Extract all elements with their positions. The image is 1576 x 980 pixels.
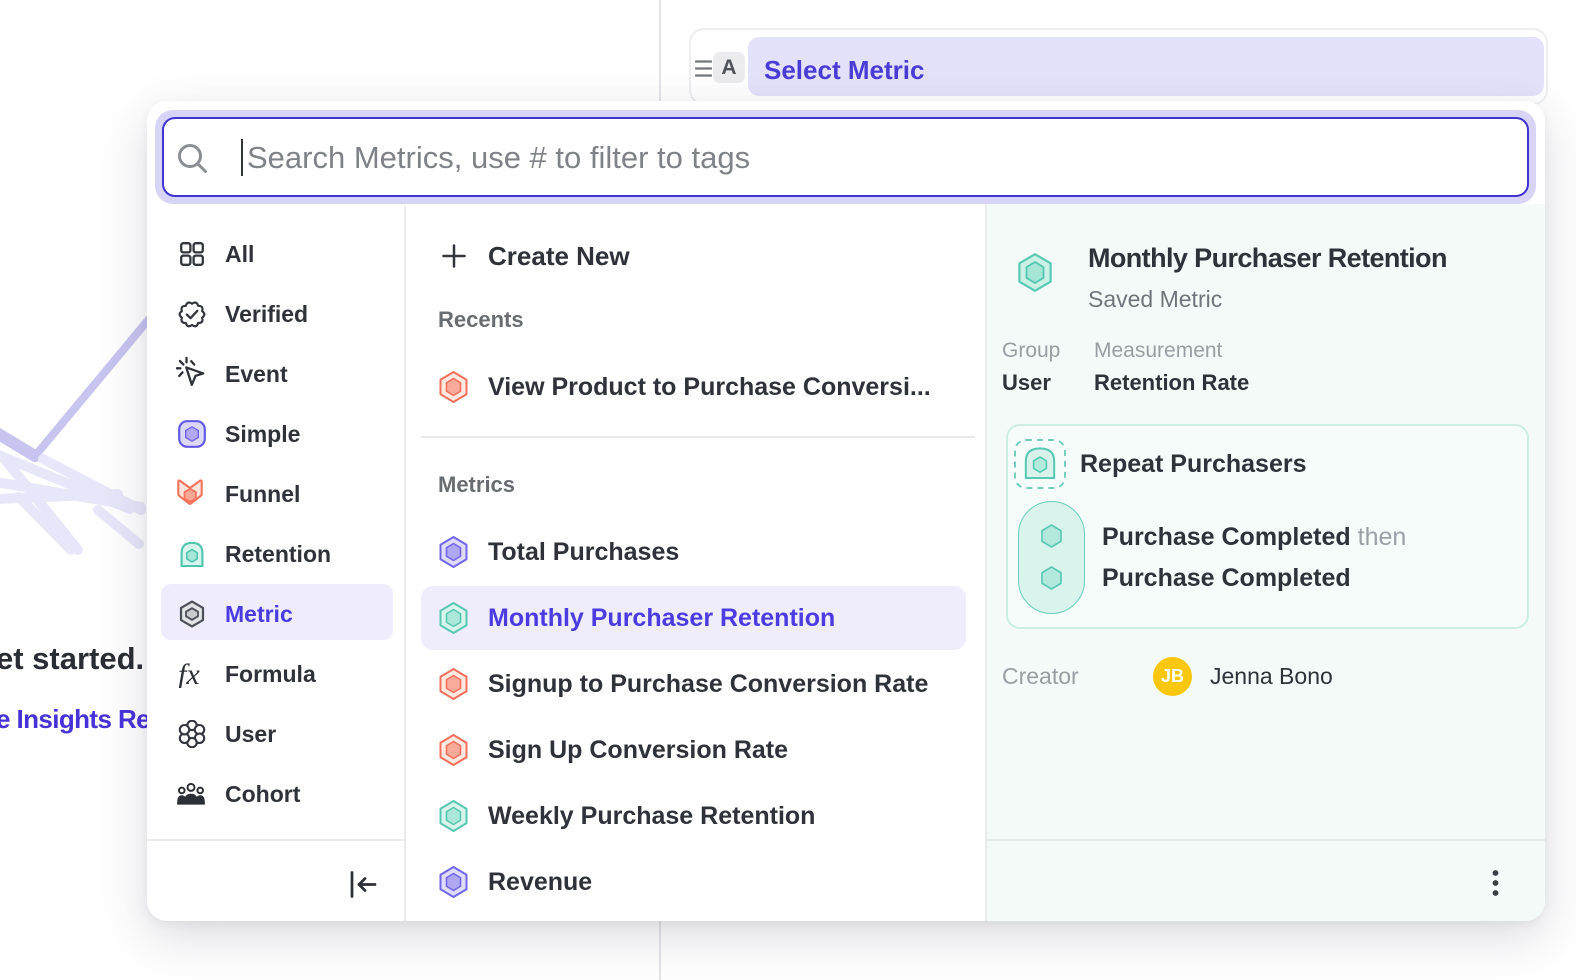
svg-text:fx: fx <box>178 660 200 688</box>
